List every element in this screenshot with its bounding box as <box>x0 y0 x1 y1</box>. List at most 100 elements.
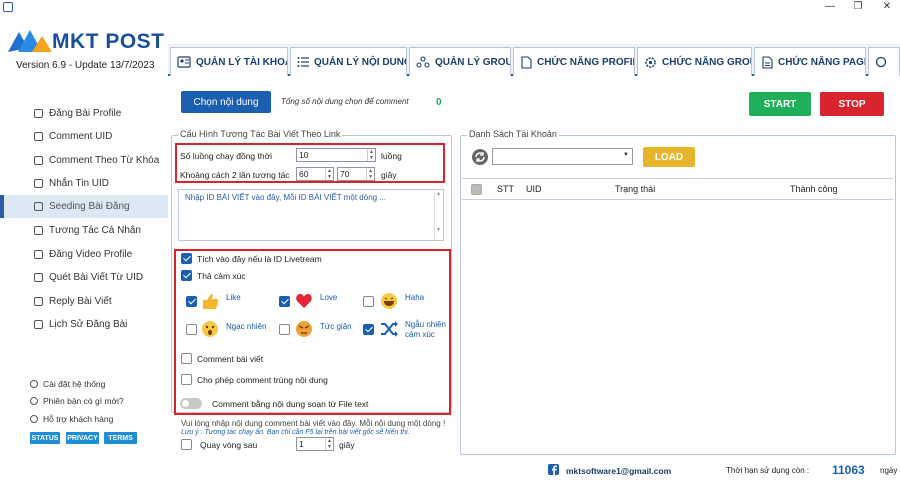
sidebar-item-post-profile[interactable]: Đăng Bài Profile <box>0 102 168 125</box>
logo-area: MKT POST Version 6.9 - Update 13/7/2023 <box>0 14 168 78</box>
like-label: Like <box>226 293 241 302</box>
video-icon <box>34 250 43 259</box>
col-success[interactable]: Thành công <box>790 184 838 194</box>
account-category-select[interactable]: ▼ <box>492 148 633 165</box>
expiry-label: Thời hạn sử dụng còn : <box>726 466 810 475</box>
spin-arrows-icon[interactable]: ▲ ▼ <box>367 149 375 161</box>
threads-input[interactable]: 10 ▲ ▼ <box>296 148 376 162</box>
random-emotion-checkbox[interactable] <box>363 324 374 335</box>
repeat-label: Quay vòng sau <box>200 440 258 450</box>
footer-item-label: Phiên bản có gì mới? <box>43 396 124 406</box>
interval-max-input[interactable]: 70 ▲ ▼ <box>337 167 375 181</box>
status-pill[interactable]: STATUS <box>30 432 60 444</box>
comment-post-checkbox[interactable] <box>181 353 192 364</box>
angry-icon <box>296 321 312 337</box>
repeat-input[interactable]: 1 ▲ ▼ <box>296 437 334 451</box>
sidebar-item-seeding[interactable]: Seeding Bài Đăng <box>0 195 168 218</box>
spin-arrows-icon[interactable]: ▲ ▼ <box>325 168 333 180</box>
drop-emotion-label: Thả cảm xúc <box>197 271 246 281</box>
angry-checkbox[interactable] <box>279 324 290 335</box>
sidebar-item-post-video[interactable]: Đăng Video Profile <box>0 243 168 266</box>
threads-label: Số luồng chạy đồng thời <box>180 151 273 161</box>
sidebar-item-post-history[interactable]: Lịch Sử Đăng Bài <box>0 313 168 336</box>
seeding-icon <box>34 202 43 211</box>
sidebar-item-reply-post[interactable]: Reply Bài Viết <box>0 290 168 313</box>
interaction-icon <box>34 226 43 235</box>
repeat-value: 1 <box>299 439 304 449</box>
spin-arrows-icon[interactable]: ▲ ▼ <box>366 168 374 180</box>
select-all-checkbox[interactable] <box>471 184 482 195</box>
col-stt[interactable]: STT <box>497 184 514 194</box>
col-uid[interactable]: UID <box>526 184 542 194</box>
tab-group-functions[interactable]: CHỨC NĂNG GROUP <box>637 47 752 76</box>
sidebar-footer-whats-new[interactable]: Phiên bản có gì mới? <box>30 396 124 406</box>
like-checkbox[interactable] <box>186 296 197 307</box>
account-group-title: Danh Sách Tài Khoản <box>467 129 559 139</box>
tab-group-management[interactable]: QUẢN LÝ GROUP <box>409 47 511 76</box>
page-doc-icon <box>762 55 773 69</box>
love-checkbox[interactable] <box>279 296 290 307</box>
sidebar-item-scan-posts[interactable]: Quét Bài Viết Từ UID <box>0 266 168 289</box>
repeat-checkbox[interactable] <box>181 439 192 450</box>
sidebar-item-label: Tương Tác Cá Nhân <box>49 225 141 236</box>
refresh-icon[interactable] <box>471 148 489 166</box>
logo-icon <box>8 30 52 52</box>
wow-label: Ngạc nhiên <box>226 322 267 331</box>
post-ids-textarea[interactable]: Nhập ID BÀI VIẾT vào đây, Mỗi ID BÀI VIẾ… <box>178 189 444 241</box>
sidebar-footer-support[interactable]: Hỗ trợ khách hàng <box>30 414 113 424</box>
sidebar-item-comment-uid[interactable]: Comment UID <box>0 125 168 148</box>
footer-item-label: Cài đặt hệ thống <box>43 379 106 389</box>
choose-content-button[interactable]: Chọn nội dung <box>181 91 271 113</box>
terms-pill[interactable]: TERMS <box>104 432 137 444</box>
sidebar-item-personal-interaction[interactable]: Tương Tác Cá Nhân <box>0 219 168 242</box>
close-button[interactable]: ✕ <box>879 1 895 12</box>
tab-label: CHỨC NĂNG PAGE <box>778 56 866 68</box>
minimize-button[interactable]: — <box>822 1 838 12</box>
restore-button[interactable]: ❐ <box>850 1 866 12</box>
drop-emotion-checkbox[interactable] <box>181 270 192 281</box>
random-emotion-label: Ngẫu nhiên cảm xúc <box>405 320 446 339</box>
allow-duplicate-checkbox[interactable] <box>181 374 192 385</box>
info-icon <box>30 397 38 405</box>
col-status[interactable]: Trạng thái <box>615 184 655 194</box>
livestream-checkbox[interactable] <box>181 253 192 264</box>
tab-profile-functions[interactable]: CHỨC NĂNG PROFILE <box>513 47 635 76</box>
load-button[interactable]: LOAD <box>643 147 695 167</box>
post-icon <box>34 109 43 118</box>
facebook-icon <box>548 464 559 475</box>
post-ids-placeholder: Nhập ID BÀI VIẾT vào đây, Mỗi ID BÀI VIẾ… <box>185 193 386 202</box>
more-tab-icon <box>875 56 887 68</box>
tab-account-management[interactable]: QUẢN LÝ TÀI KHOẢN <box>170 47 288 76</box>
tab-bar: QUẢN LÝ TÀI KHOẢN QUẢN LÝ NỘI DUNG QUẢN … <box>168 44 900 76</box>
sidebar-footer-settings[interactable]: Cài đặt hệ thống <box>30 379 105 389</box>
shuffle-icon <box>381 321 398 337</box>
love-icon <box>296 294 312 308</box>
threads-unit: luồng <box>381 151 402 161</box>
livestream-label: Tích vào đây nếu là ID Livetream <box>197 254 322 264</box>
version-text: Version 6.9 - Update 13/7/2023 <box>16 60 155 71</box>
privacy-pill[interactable]: PRIVACY <box>66 432 99 444</box>
interval-min-input[interactable]: 60 ▲ ▼ <box>296 167 334 181</box>
sidebar-item-label: Đăng Bài Profile <box>49 108 122 119</box>
interval-min-value: 60 <box>299 169 309 179</box>
comment-icon <box>34 132 43 141</box>
tab-page-functions[interactable]: CHỨC NĂNG PAGE <box>754 47 866 76</box>
tab-more[interactable] <box>868 47 900 76</box>
tab-content-management[interactable]: QUẢN LÝ NỘI DUNG <box>290 47 407 76</box>
comment-file-toggle[interactable] <box>180 398 202 409</box>
haha-checkbox[interactable] <box>363 296 374 307</box>
title-bar: — ❐ ✕ <box>0 0 900 14</box>
stop-button[interactable]: STOP <box>820 92 884 116</box>
chevron-down-icon: ▼ <box>623 152 629 158</box>
spin-arrows-icon[interactable]: ▲ ▼ <box>325 438 333 450</box>
sidebar-item-comment-keyword[interactable]: Comment Theo Từ Khóa <box>0 149 168 172</box>
wow-checkbox[interactable] <box>186 324 197 335</box>
sidebar-item-label: Nhắn Tin UID <box>49 178 110 189</box>
start-button[interactable]: START <box>749 92 811 116</box>
scrollbar[interactable]: ▲ ▼ <box>434 191 442 239</box>
allow-duplicate-label: Cho phép comment trùng nội dung <box>197 375 328 385</box>
footer-item-label: Hỗ trợ khách hàng <box>43 414 114 424</box>
tab-label: QUẢN LÝ TÀI KHOẢN <box>196 56 287 68</box>
support-icon <box>30 415 38 423</box>
sidebar-item-message-uid[interactable]: Nhắn Tin UID <box>0 172 168 195</box>
